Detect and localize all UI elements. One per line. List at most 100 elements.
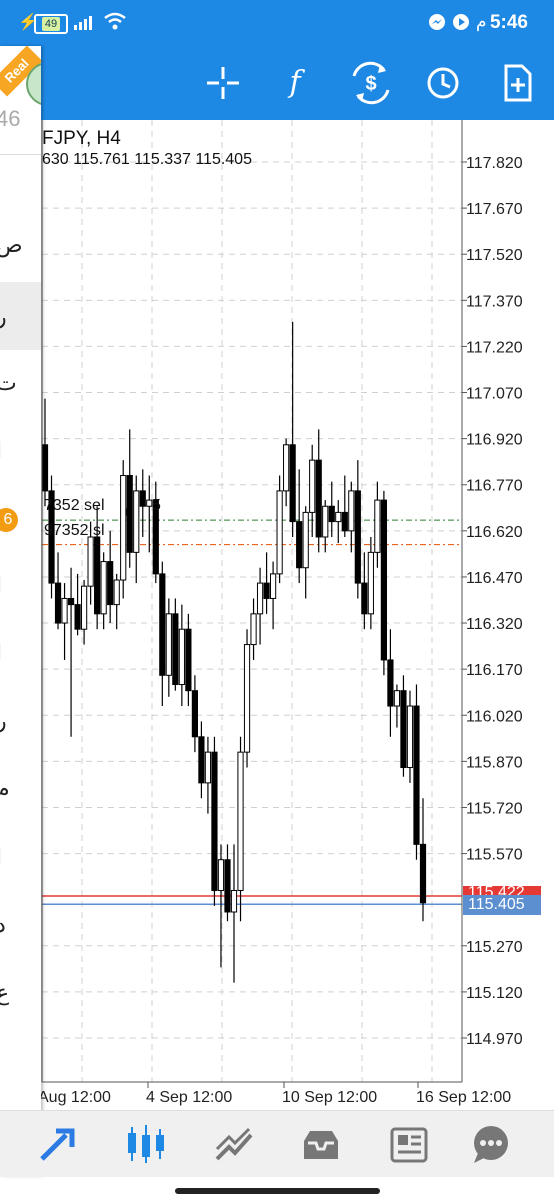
candle (54, 552, 62, 630)
panel-item[interactable]: ا (0, 572, 2, 598)
candle (250, 598, 257, 660)
panel-item[interactable]: د (0, 912, 6, 938)
y-tick-label: 117.670 (466, 201, 523, 218)
symbol-label: FJPY, H4 (42, 128, 121, 149)
candle-body (328, 505, 335, 523)
candle-body (94, 536, 101, 615)
panel-item[interactable]: ا (0, 438, 2, 464)
candle-body (185, 628, 192, 692)
candles (41, 321, 427, 983)
home-indicator[interactable] (175, 1188, 380, 1194)
candle (217, 844, 225, 968)
candle-body (165, 613, 172, 676)
candle-body (100, 561, 107, 615)
candle-body (296, 521, 303, 569)
battery-level: 49 (41, 17, 61, 31)
y-tick-label: 115.720 (466, 800, 523, 817)
candle-body (172, 613, 179, 686)
chat-nav-button[interactable] (466, 1121, 516, 1167)
crosshair-button[interactable] (196, 56, 250, 110)
candle (81, 580, 88, 645)
candle (211, 736, 218, 906)
candle-body (198, 736, 205, 784)
candle (413, 684, 420, 860)
candle (243, 629, 251, 768)
bottom-navigation (0, 1110, 554, 1177)
chat-nav-icon (474, 1126, 508, 1163)
candle-body (41, 444, 49, 492)
candle-body (133, 490, 140, 553)
candle (406, 690, 414, 783)
panel-item[interactable]: ص (0, 232, 23, 258)
candle-body (348, 490, 355, 532)
news-nav-button[interactable] (384, 1121, 434, 1167)
candle-body (243, 644, 251, 753)
y-tick-label: 116.920 (466, 432, 523, 449)
candle-body (309, 459, 316, 513)
y-tick-label: 117.520 (466, 247, 523, 264)
candle-body (211, 751, 218, 891)
candle-body (107, 561, 114, 606)
battery-indicator: 49 (34, 14, 68, 34)
candle (61, 583, 68, 660)
candle (419, 798, 427, 922)
trade-button[interactable]: $ (344, 56, 398, 110)
candle-body (270, 573, 277, 599)
chart-canvas[interactable]: 117.820 117.670 117.520 117.370 117.220 117.0… (0, 120, 554, 1110)
quotes-nav-button[interactable] (34, 1121, 84, 1167)
candle-body (74, 604, 81, 630)
candle-body (380, 499, 387, 661)
y-tick-label: 116.020 (466, 708, 523, 725)
candle-body (315, 459, 322, 538)
candle (361, 552, 368, 630)
candle (165, 598, 172, 697)
chart-nav-button[interactable] (121, 1121, 171, 1167)
panel-item[interactable]: ا (0, 844, 2, 870)
candle-body (204, 751, 212, 784)
candle (159, 561, 166, 707)
candle (380, 490, 387, 676)
candle (230, 844, 238, 983)
add-object-button[interactable] (490, 56, 544, 110)
indicators-button[interactable]: f (268, 56, 322, 110)
panel-item[interactable]: ر (0, 304, 7, 330)
candle (139, 469, 146, 537)
order-sell-label: 7352 sel (44, 497, 105, 514)
y-tick-label: 117.220 (466, 339, 523, 356)
candle (328, 481, 335, 537)
crosshair-icon (207, 67, 239, 99)
x-tick-label: 16 Sep 12:00 (416, 1089, 511, 1106)
timeframe-button[interactable] (416, 56, 470, 110)
candle-body (191, 690, 198, 738)
candle (348, 481, 355, 553)
candle (67, 567, 75, 737)
candle-body (341, 511, 348, 532)
candle (367, 536, 374, 630)
quotes-nav-icon (40, 1128, 75, 1161)
price-chart[interactable]: 117.820 117.670 117.520 117.370 117.220 117.0… (0, 120, 554, 1110)
panel-item[interactable]: م (0, 776, 10, 802)
y-tick-label: 117.820 (466, 155, 523, 172)
side-panel[interactable]: Real 46 ص ر ت ا 6 ا ا ر م ا د ع (0, 46, 41, 1176)
y-tick-label: 115.120 (466, 985, 523, 1002)
panel-item[interactable]: ر (0, 708, 7, 734)
candle (289, 321, 296, 537)
y-tick-label: 116.770 (466, 478, 523, 495)
panel-item[interactable]: ا (0, 640, 2, 666)
candle (191, 675, 198, 753)
candle (204, 736, 212, 814)
y-tick-label: 116.620 (466, 524, 523, 541)
trade-nav-icon (215, 1127, 253, 1161)
y-tick-label: 116.470 (466, 570, 523, 587)
trade-nav-button[interactable] (209, 1121, 259, 1167)
candle-body (126, 475, 133, 553)
panel-item[interactable]: ع (0, 980, 9, 1006)
candle (354, 460, 361, 599)
candle-body (237, 751, 244, 891)
panel-item[interactable]: ت (0, 370, 17, 396)
candle-body (139, 490, 146, 507)
y-tick-label: 115.270 (466, 939, 523, 956)
history-nav-button[interactable] (296, 1121, 346, 1167)
candle-body (387, 659, 394, 707)
candle-body (54, 582, 62, 624)
